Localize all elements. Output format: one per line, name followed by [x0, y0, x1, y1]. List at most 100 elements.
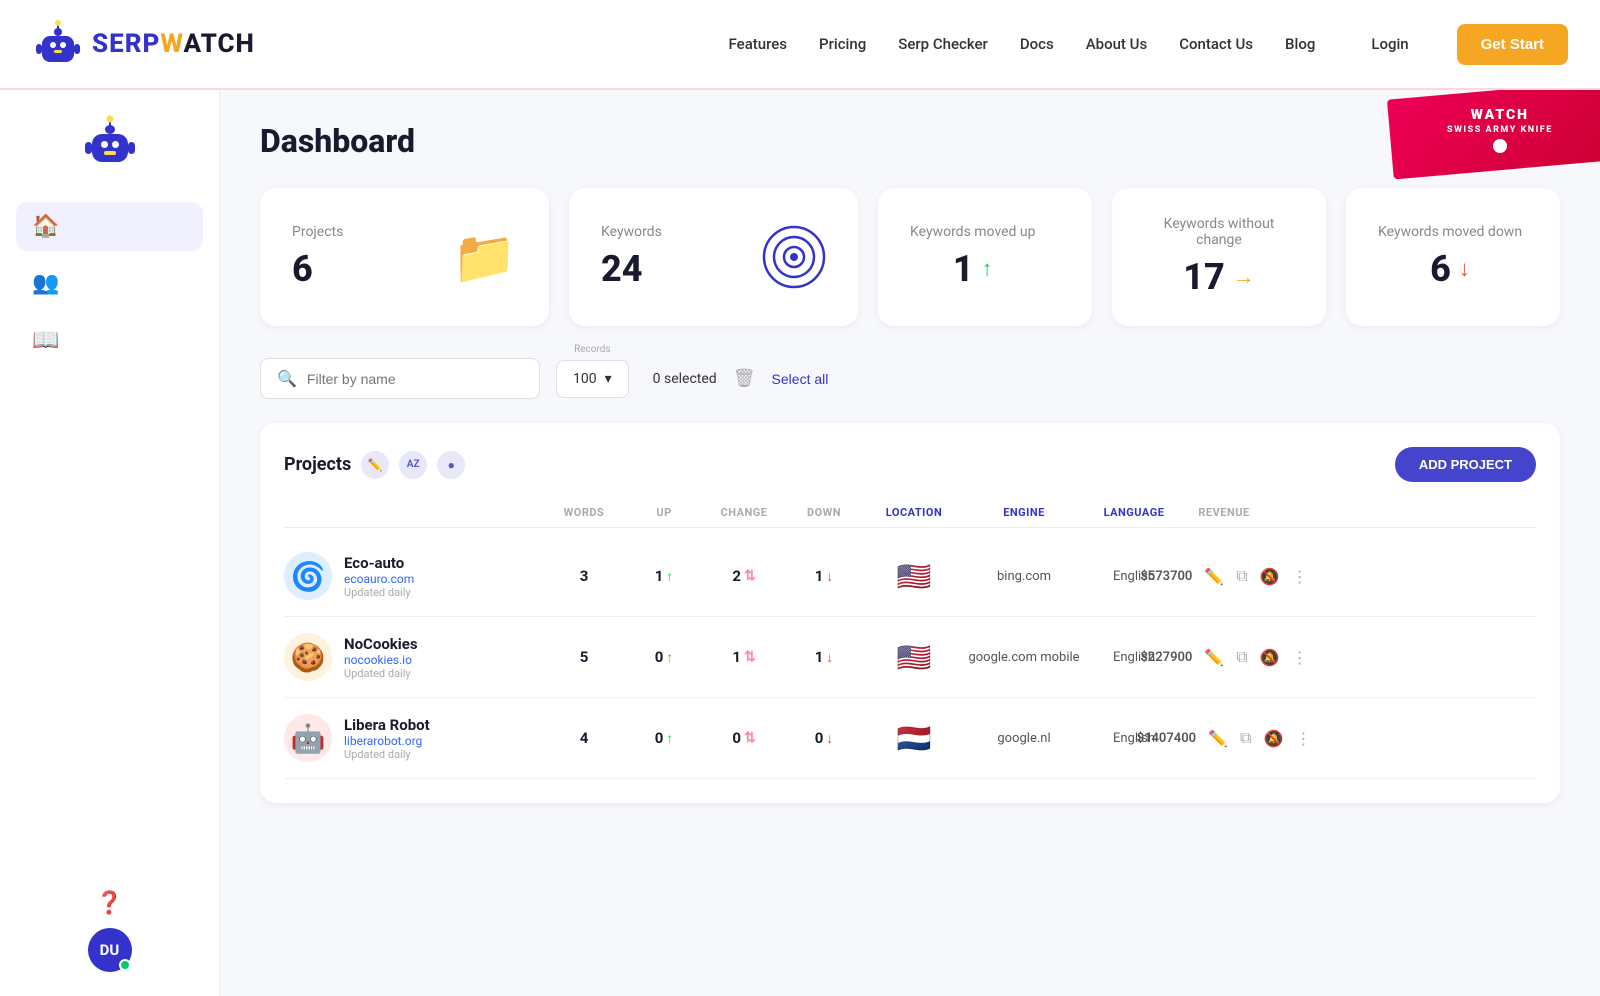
- trash-icon[interactable]: 🗑: [733, 368, 756, 389]
- edit-row-icon[interactable]: ✏️: [1204, 567, 1224, 586]
- app-layout: 🏠 👥 📖 ❓ DU WATCH SWISS ARMY KNIFE: [0, 90, 1600, 996]
- arrow-down-icon: ↓: [1459, 256, 1470, 282]
- nav-login[interactable]: Login: [1371, 35, 1408, 53]
- projects-section: Projects ✏️ AZ ● ADD PROJECT WORDS UP CH…: [260, 423, 1560, 803]
- nav-features[interactable]: Features: [729, 35, 787, 53]
- copy-row-icon[interactable]: ⧉: [1236, 647, 1247, 667]
- project-updated-libera: Updated daily: [344, 748, 430, 761]
- nav-cta-button[interactable]: Get Start: [1457, 24, 1568, 65]
- project-logo-eco-auto: 🌀: [284, 552, 332, 600]
- th-project: [284, 506, 544, 519]
- th-words: WORDS: [544, 506, 624, 519]
- logo-text: SERPWATCH: [92, 29, 255, 59]
- promo-line2: SWISS ARMY KNIFE: [1447, 125, 1553, 135]
- table-row: 🌀 Eco-auto ecoauro.com Updated daily 3 1…: [284, 536, 1536, 617]
- sort-az-icon[interactable]: AZ: [399, 451, 427, 479]
- td-flag-nocookies: 🇺🇸: [864, 641, 964, 674]
- table-controls: 🔍 Records 100 ▾ 0 selected 🗑 Select all: [260, 358, 1560, 399]
- more-row-icon[interactable]: ⋮: [1295, 729, 1311, 748]
- logo[interactable]: SERPWATCH: [32, 18, 255, 70]
- project-name-libera: Libera Robot: [344, 716, 430, 734]
- top-nav: SERPWATCH Features Pricing Serp Checker …: [0, 0, 1600, 90]
- more-row-icon[interactable]: ⋮: [1292, 567, 1308, 586]
- stat-card-no-change: Keywords without change 17 →: [1112, 188, 1326, 326]
- project-info-nocookies: 🍪 NoCookies nocookies.io Updated daily: [284, 633, 544, 681]
- td-up-eco-auto: 1↑: [624, 567, 704, 585]
- more-row-icon[interactable]: ⋮: [1292, 648, 1308, 667]
- stat-card-keywords: Keywords 24: [569, 188, 858, 326]
- nav-docs[interactable]: Docs: [1020, 35, 1054, 53]
- nav-serp-checker[interactable]: Serp Checker: [898, 35, 988, 53]
- edit-icon[interactable]: ✏️: [361, 451, 389, 479]
- td-up-libera: 0↑: [624, 729, 704, 747]
- select-all-button[interactable]: Select all: [772, 371, 829, 387]
- sidebar-item-home[interactable]: 🏠: [16, 202, 203, 251]
- avatar-initials: DU: [100, 941, 120, 959]
- project-name-nocookies: NoCookies: [344, 635, 418, 653]
- sidebar-item-docs[interactable]: 📖: [16, 316, 203, 365]
- main-content: WATCH SWISS ARMY KNIFE Dashboard Project…: [220, 90, 1600, 996]
- docs-icon: 📖: [32, 328, 59, 353]
- td-flag-eco-auto: 🇺🇸: [864, 560, 964, 593]
- keywords-value: 24: [601, 248, 662, 290]
- search-box[interactable]: 🔍: [260, 358, 540, 399]
- th-down: DOWN: [784, 506, 864, 519]
- project-details-libera: Libera Robot liberarobot.org Updated dai…: [344, 716, 430, 761]
- search-input[interactable]: [307, 371, 523, 387]
- stat-card-moved-down: Keywords moved down 6 ↓: [1346, 188, 1560, 326]
- edit-row-icon[interactable]: ✏️: [1204, 648, 1224, 667]
- moved-up-value: 1: [953, 248, 974, 290]
- nav-blog[interactable]: Blog: [1285, 35, 1315, 53]
- edit-row-icon[interactable]: ✏️: [1208, 729, 1228, 748]
- project-url-libera[interactable]: liberarobot.org: [344, 734, 430, 748]
- sidebar-nav: 🏠 👥 📖: [0, 202, 219, 365]
- avatar[interactable]: DU: [88, 928, 132, 972]
- records-chevron-icon: ▾: [605, 371, 612, 387]
- promo-line1: WATCH: [1447, 107, 1553, 123]
- target-icon: [762, 225, 826, 289]
- td-down-nocookies: 1↓: [784, 648, 864, 666]
- nav-about[interactable]: About Us: [1086, 35, 1148, 53]
- projects-section-title: Projects: [284, 454, 351, 475]
- project-updated-eco-auto: Updated daily: [344, 586, 414, 599]
- sidebar-item-users[interactable]: 👥: [16, 259, 203, 308]
- mute-row-icon[interactable]: 🔕: [1260, 648, 1280, 667]
- keywords-label: Keywords: [601, 224, 662, 240]
- logo-robot-icon: [32, 18, 84, 70]
- records-select[interactable]: 100 ▾: [556, 360, 629, 398]
- td-engine-nocookies: google.com mobile: [964, 650, 1084, 665]
- nav-pricing[interactable]: Pricing: [819, 35, 866, 53]
- td-engine-eco-auto: bing.com: [964, 569, 1084, 584]
- project-url-eco-auto[interactable]: ecoauro.com: [344, 572, 414, 586]
- th-engine: ENGINE: [964, 506, 1084, 519]
- search-icon: 🔍: [277, 369, 297, 388]
- selected-count: 0 selected: [653, 371, 717, 387]
- table-headers: WORDS UP CHANGE DOWN LOCATION ENGINE LAN…: [284, 498, 1536, 528]
- project-details-nocookies: NoCookies nocookies.io Updated daily: [344, 635, 418, 680]
- td-actions-eco-auto: $573700 ✏️ ⧉ 🔕 ⋮: [1184, 566, 1264, 586]
- copy-row-icon[interactable]: ⧉: [1236, 566, 1247, 586]
- page-title: Dashboard: [260, 122, 1560, 160]
- project-info-eco-auto: 🌀 Eco-auto ecoauro.com Updated daily: [284, 552, 544, 600]
- project-url-nocookies[interactable]: nocookies.io: [344, 653, 418, 667]
- project-name-eco-auto: Eco-auto: [344, 554, 414, 572]
- td-flag-libera: 🇳🇱: [864, 722, 964, 755]
- th-language: LANGUAGE: [1084, 506, 1184, 519]
- filter-icon[interactable]: ●: [437, 451, 465, 479]
- nav-contact[interactable]: Contact Us: [1179, 35, 1253, 53]
- moved-down-label: Keywords moved down: [1378, 224, 1522, 240]
- mute-row-icon[interactable]: 🔕: [1260, 567, 1280, 586]
- nav-links: Features Pricing Serp Checker Docs About…: [729, 24, 1568, 65]
- add-project-button[interactable]: ADD PROJECT: [1395, 447, 1536, 482]
- moved-up-label: Keywords moved up: [910, 224, 1036, 240]
- mute-row-icon[interactable]: 🔕: [1263, 729, 1283, 748]
- td-words-libera: 4: [544, 729, 624, 747]
- td-change-nocookies: 1⇅: [704, 648, 784, 666]
- sidebar: 🏠 👥 📖 ❓ DU: [0, 90, 220, 996]
- copy-row-icon[interactable]: ⧉: [1240, 728, 1251, 748]
- td-up-nocookies: 0↑: [624, 648, 704, 666]
- help-icon[interactable]: ❓: [96, 891, 123, 916]
- records-label: Records: [574, 344, 611, 355]
- records-select-wrapper: Records 100 ▾: [556, 360, 629, 398]
- project-info-libera: 🤖 Libera Robot liberarobot.org Updated d…: [284, 714, 544, 762]
